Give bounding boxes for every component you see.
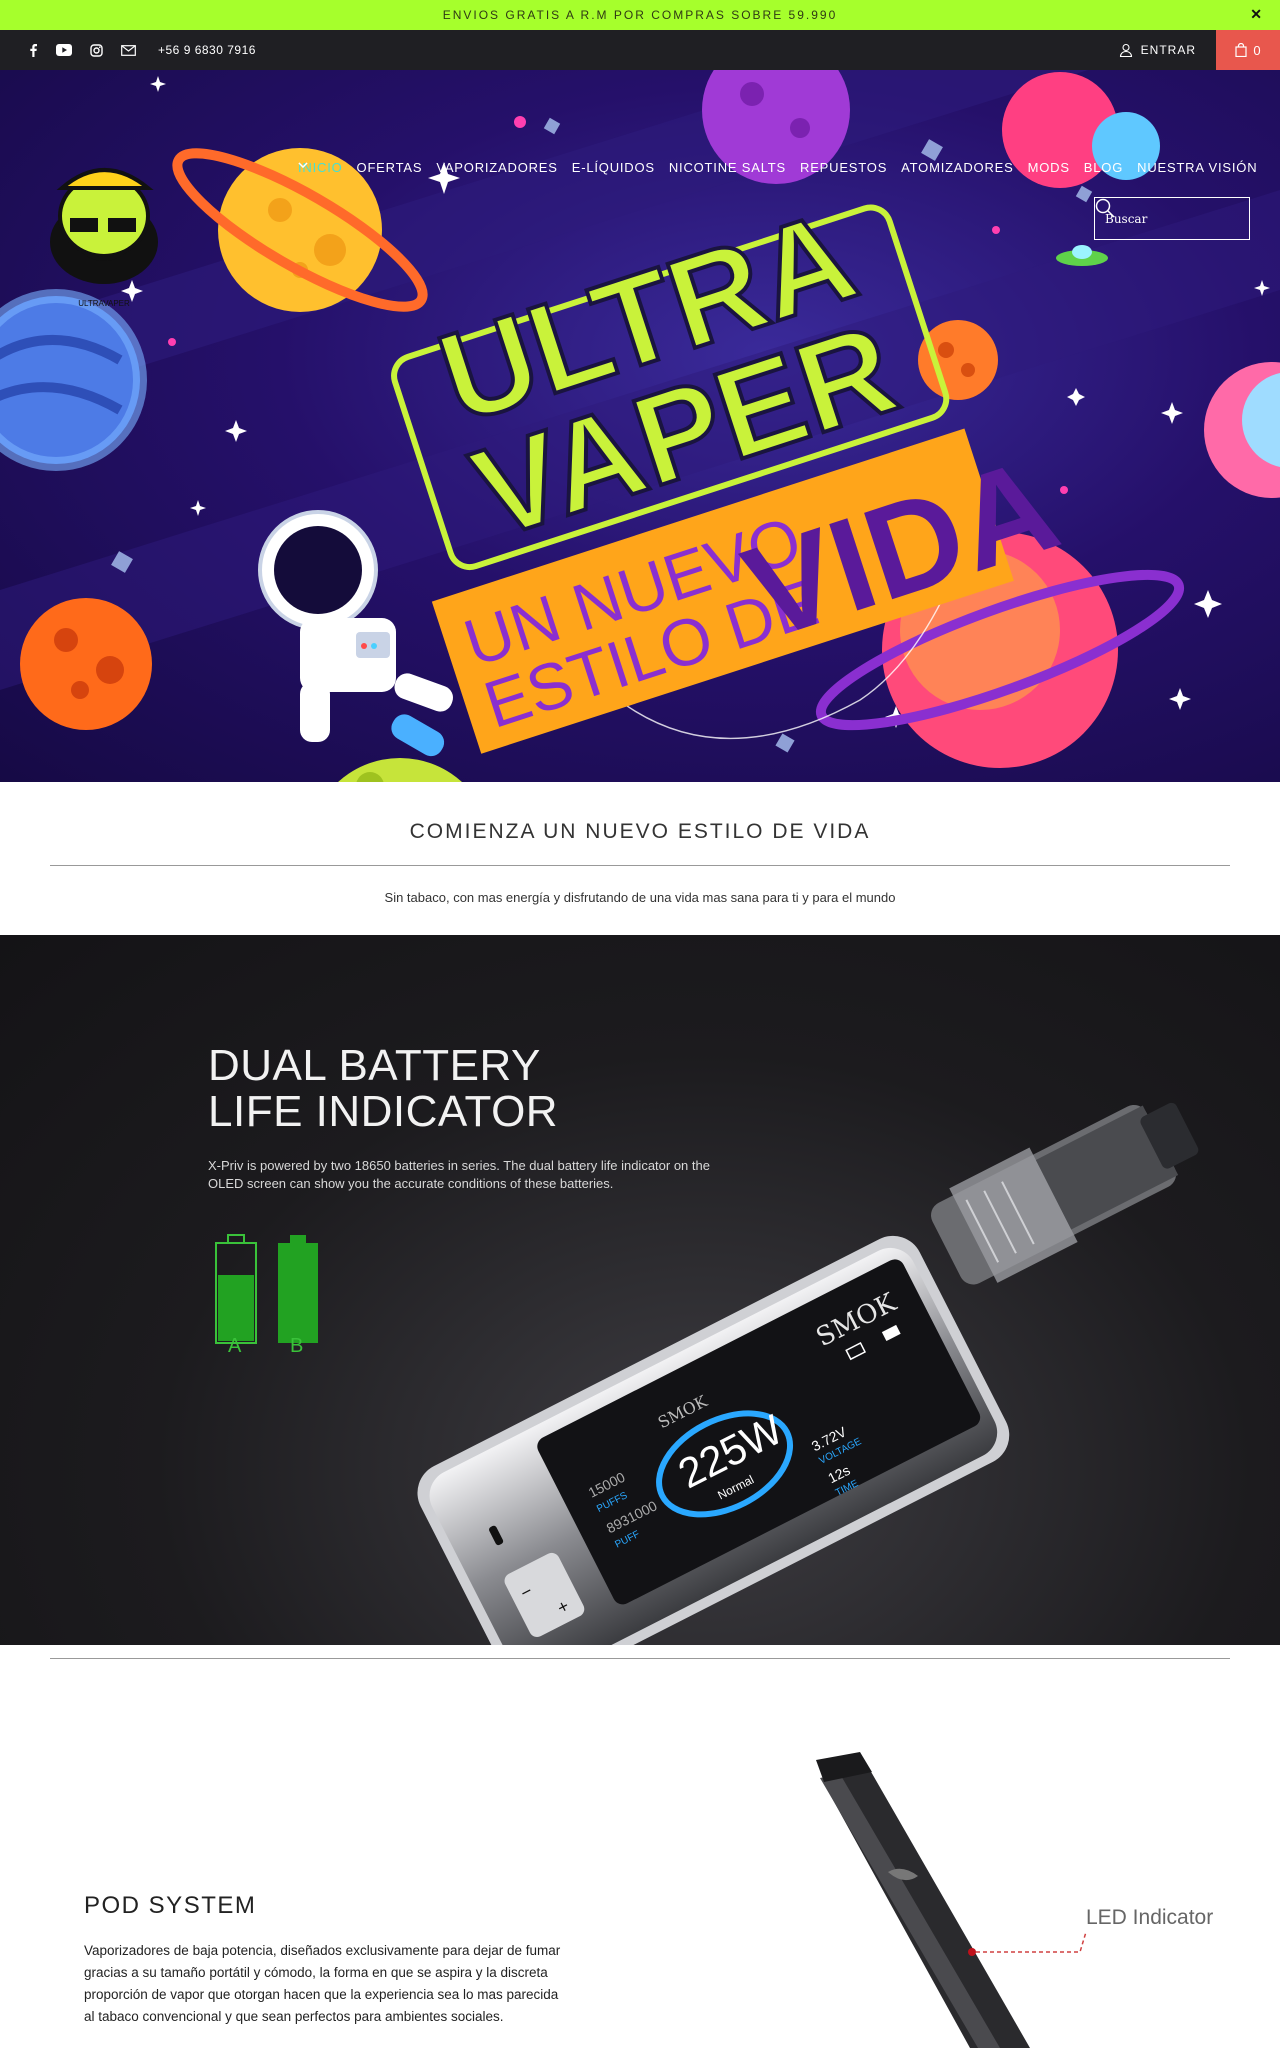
search-icon[interactable]	[1095, 198, 1115, 218]
login-link[interactable]: ENTRAR	[1119, 30, 1196, 70]
nav-item-ofertas[interactable]: OFERTAS	[357, 160, 423, 175]
user-icon	[1119, 43, 1132, 57]
nav-item-label: NUESTRA VISIÓN	[1137, 160, 1258, 175]
divider	[50, 865, 1230, 866]
hero-banner: ULTRAVAPER ULTRA VAPER UN NUEVO ESTILO D…	[0, 70, 1280, 782]
product-description: X-Priv is powered by two 18650 batteries…	[208, 1158, 710, 1191]
close-icon[interactable]: ✕	[1250, 6, 1262, 23]
shopping-bag-icon	[1235, 43, 1247, 57]
nav-item-label: REPUESTOS	[800, 160, 888, 175]
product-title: DUAL BATTERY LIFE INDICATOR	[208, 1041, 559, 1136]
svg-text:ULTRAVAPER: ULTRAVAPER	[78, 299, 130, 308]
nav-item-atomizadores[interactable]: ATOMIZADORES	[901, 160, 1013, 175]
nav-item-vaporizadores[interactable]: VAPORIZADORES	[298, 160, 558, 175]
search-box	[1094, 197, 1250, 240]
nav-item-label: E-LÍQUIDOS	[571, 160, 655, 175]
nav-item-label: BLOG	[1083, 160, 1124, 175]
facebook-icon[interactable]	[28, 43, 38, 57]
pod-device-illustration	[816, 1752, 1087, 2048]
chevron-down-icon	[298, 162, 308, 168]
hero-illustration: ULTRAVAPER ULTRA VAPER UN NUEVO ESTILO D…	[0, 70, 1280, 782]
intro-title: COMIENZA UN NUEVO ESTILO DE VIDA	[409, 820, 871, 843]
divider	[50, 1658, 1230, 1659]
product-banner[interactable]: SMOK SMOK 225W Normal 15000 PUFFS 893100…	[0, 935, 1280, 1645]
top-bar: +56 9 6830 7916 ENTRAR 0	[0, 30, 1280, 70]
intro-subtitle: Sin tabaco, con mas energía y disfrutand…	[384, 890, 896, 905]
nav-item-nicotine-salts[interactable]: NICOTINE SALTS	[298, 160, 787, 175]
email-icon[interactable]	[121, 44, 136, 56]
nav-item-label: VAPORIZADORES	[436, 160, 558, 175]
nav-item-e-líquidos[interactable]: E-LÍQUIDOS	[298, 160, 655, 175]
cart-count: 0	[1253, 42, 1261, 58]
nav-item-label: OFERTAS	[356, 160, 423, 175]
nav-item-repuestos[interactable]: REPUESTOS	[298, 160, 888, 175]
announcement-text: ENVIOS GRATIS A R.M POR COMPRAS SOBRE 59…	[442, 8, 838, 22]
instagram-icon[interactable]	[90, 43, 103, 57]
nav-item-label: MODS	[1027, 160, 1070, 175]
vape-mod-illustration: SMOK SMOK 225W Normal 15000 PUFFS 893100…	[215, 1102, 1199, 1645]
pod-system-title: POD SYSTEM	[84, 1892, 257, 1919]
youtube-icon[interactable]	[56, 44, 72, 56]
battery-a-label: A	[228, 1335, 242, 1357]
nav-item-label: NICOTINE SALTS	[668, 160, 787, 175]
pod-system-description: Vaporizadores de baja potencia, diseñado…	[84, 1943, 561, 2024]
phone-number[interactable]: +56 9 6830 7916	[158, 43, 256, 57]
main-nav: INICIO OFERTAS VAPORIZADORES E-LÍQUIDOS NICO…	[298, 160, 1257, 175]
nav-item-label: ATOMIZADORES	[901, 160, 1014, 175]
battery-b-label: B	[290, 1335, 304, 1357]
social-links	[28, 43, 136, 57]
announcement-bar: ENVIOS GRATIS A R.M POR COMPRAS SOBRE 59…	[0, 0, 1280, 30]
led-indicator-label: LED Indicator	[1086, 1906, 1214, 1929]
cart-button[interactable]: 0	[1216, 30, 1280, 70]
nav-item-nuestra-visión[interactable]: NUESTRA VISIÓN	[1137, 160, 1257, 175]
nav-item-mods[interactable]: MODS	[1028, 160, 1070, 175]
nav-item-blog[interactable]: BLOG	[1084, 160, 1123, 175]
login-label: ENTRAR	[1140, 43, 1196, 57]
